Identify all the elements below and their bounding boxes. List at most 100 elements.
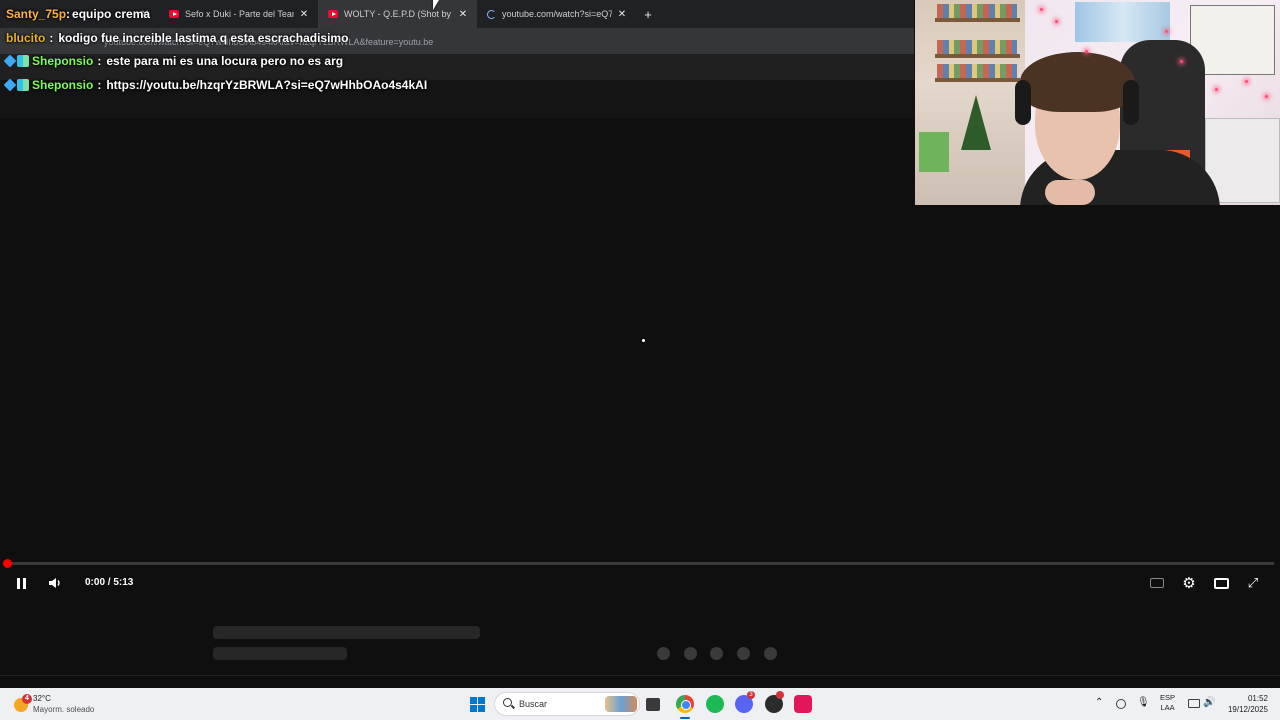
skeleton-dot bbox=[710, 647, 723, 660]
tiktok-icon[interactable] bbox=[794, 695, 812, 713]
windows-taskbar: 4 32°C Mayorm. soleado Buscar 3 ⌃ 🎙 ESP … bbox=[0, 688, 1280, 720]
player-controls: 0:00 / 5:13 ⚙ ⤢ bbox=[0, 570, 1280, 596]
webcam-shelf-items bbox=[937, 64, 1017, 78]
fullscreen-icon: ⤢ bbox=[1247, 575, 1259, 590]
gear-icon: ⚙ bbox=[1182, 575, 1196, 592]
language-code: ESP bbox=[1160, 693, 1176, 702]
webcam-feed bbox=[915, 0, 1280, 205]
cube-badge-icon bbox=[3, 54, 17, 68]
webcam-headset bbox=[1123, 80, 1139, 125]
pause-icon bbox=[16, 577, 20, 589]
screen: ✕ Sefo x Duki - Parte del Team - Y ✕ WOL… bbox=[0, 0, 1280, 720]
subtitles-icon bbox=[1150, 578, 1164, 588]
chat-badges bbox=[3, 78, 29, 92]
notification-badge: 4 bbox=[22, 694, 32, 704]
webcam-shelf bbox=[935, 18, 1020, 22]
weather-temperature: 32°C bbox=[33, 694, 51, 703]
webcam-fairy-light bbox=[1055, 20, 1058, 23]
start-button[interactable] bbox=[470, 697, 485, 712]
chat-username: Santy_75p bbox=[6, 7, 67, 21]
microphone-icon[interactable]: 🎙 bbox=[1137, 697, 1150, 708]
clock-time: 01:52 bbox=[1247, 694, 1268, 703]
theater-mode-icon bbox=[1213, 577, 1229, 589]
skeleton-dot bbox=[764, 647, 777, 660]
chat-message: Sheponsio : este para mi es una locura p… bbox=[0, 50, 343, 72]
webcam-fairy-light bbox=[1085, 50, 1088, 53]
webcam-christmas-tree bbox=[961, 95, 991, 150]
mouse-cursor bbox=[433, 0, 439, 10]
chat-message-text: este para mi es una locura pero no es ar… bbox=[106, 54, 344, 68]
subtitles-button[interactable] bbox=[1147, 573, 1167, 593]
webcam-shelf-items bbox=[937, 40, 1017, 54]
chat-separator: : bbox=[66, 7, 71, 21]
pause-icon bbox=[22, 577, 26, 589]
webcam-fairy-light bbox=[1040, 8, 1043, 11]
weather-condition: Mayorm. soleado bbox=[33, 705, 95, 714]
search-highlight-image bbox=[605, 696, 637, 712]
weather-widget[interactable]: 4 32°C Mayorm. soleado bbox=[12, 692, 122, 716]
webcam-fairy-light bbox=[1180, 60, 1183, 63]
cube-badge-icon bbox=[3, 78, 17, 92]
skeleton-subtitle bbox=[213, 647, 347, 660]
chat-badges bbox=[3, 54, 29, 68]
chat-username: Sheponsio bbox=[32, 54, 94, 68]
language-indicator[interactable]: ESP LAA bbox=[1160, 693, 1175, 713]
obs-live-badge bbox=[776, 691, 784, 699]
skeleton-dot bbox=[684, 647, 697, 660]
chat-separator: : bbox=[97, 54, 102, 68]
chat-message: blucito : kodigo fue increible lastima q… bbox=[0, 27, 348, 49]
volume-icon bbox=[49, 578, 60, 588]
webcam-fairy-light bbox=[1245, 80, 1248, 83]
display-icon[interactable] bbox=[1188, 699, 1200, 708]
chat-message: Sheponsio : https://youtu.be/hzqrYzBRWLA… bbox=[0, 74, 427, 96]
grid-badge-icon bbox=[17, 79, 29, 91]
windows-logo-icon bbox=[470, 705, 477, 712]
pause-button[interactable] bbox=[11, 573, 31, 593]
theater-mode-button[interactable] bbox=[1211, 573, 1231, 593]
skeleton-title bbox=[213, 626, 480, 639]
chat-separator: : bbox=[97, 78, 102, 92]
windows-logo-icon bbox=[470, 697, 477, 704]
stream-chat-overlay: Santy_75p : equipo crema blucito : kodig… bbox=[0, 0, 914, 118]
system-clock[interactable]: 01:52 19/12/2025 bbox=[1222, 693, 1268, 715]
spotify-icon[interactable] bbox=[706, 695, 724, 713]
webcam-headset bbox=[1015, 80, 1031, 125]
webcam-fairy-light bbox=[1265, 95, 1268, 98]
webcam-shelf-items bbox=[937, 4, 1017, 18]
clock-date: 19/12/2025 bbox=[1227, 705, 1268, 714]
network-app-icon[interactable] bbox=[1116, 699, 1126, 709]
chat-username: blucito bbox=[6, 31, 46, 45]
webcam-poster bbox=[1075, 2, 1170, 42]
skeleton-dot bbox=[737, 647, 750, 660]
active-app-indicator bbox=[680, 717, 690, 719]
keyboard-layout: LAA bbox=[1160, 703, 1175, 712]
fullscreen-button[interactable]: ⤢ bbox=[1243, 573, 1263, 593]
skeleton-divider bbox=[0, 675, 1280, 676]
webcam-fairy-light bbox=[1215, 88, 1218, 91]
chrome-icon[interactable] bbox=[676, 695, 694, 713]
show-hidden-icons-icon[interactable]: ⌃ bbox=[1095, 697, 1103, 708]
file-explorer-icon[interactable] bbox=[646, 698, 660, 711]
volume-button[interactable] bbox=[45, 573, 65, 593]
windows-logo-icon bbox=[478, 705, 485, 712]
windows-logo-icon bbox=[478, 697, 485, 704]
chat-message-text: kodigo fue increible lastima q esta escr… bbox=[58, 31, 349, 45]
video-loading-indicator bbox=[642, 339, 645, 342]
search-label: Buscar bbox=[519, 699, 548, 709]
grid-badge-icon bbox=[17, 55, 29, 67]
webcam-shelf bbox=[935, 54, 1020, 58]
progress-scrubber[interactable] bbox=[3, 559, 12, 568]
settings-button[interactable]: ⚙ bbox=[1179, 573, 1199, 593]
webcam-person-hand bbox=[1045, 180, 1095, 205]
discord-badge: 3 bbox=[747, 691, 755, 699]
volume-icon[interactable]: 🔊 bbox=[1203, 697, 1215, 708]
video-progress-bar[interactable] bbox=[3, 559, 1274, 568]
chat-message-text: equipo crema bbox=[72, 7, 151, 21]
webcam-plush bbox=[919, 132, 949, 172]
chat-message-text[interactable]: https://youtu.be/hzqrYzBRWLA?si=eQ7wHhbO… bbox=[106, 78, 427, 92]
search-icon bbox=[503, 698, 512, 707]
chat-username: Sheponsio bbox=[32, 78, 94, 92]
skeleton-dot bbox=[657, 647, 670, 660]
taskbar-search[interactable]: Buscar bbox=[494, 692, 640, 716]
webcam-fairy-light bbox=[1165, 30, 1168, 33]
